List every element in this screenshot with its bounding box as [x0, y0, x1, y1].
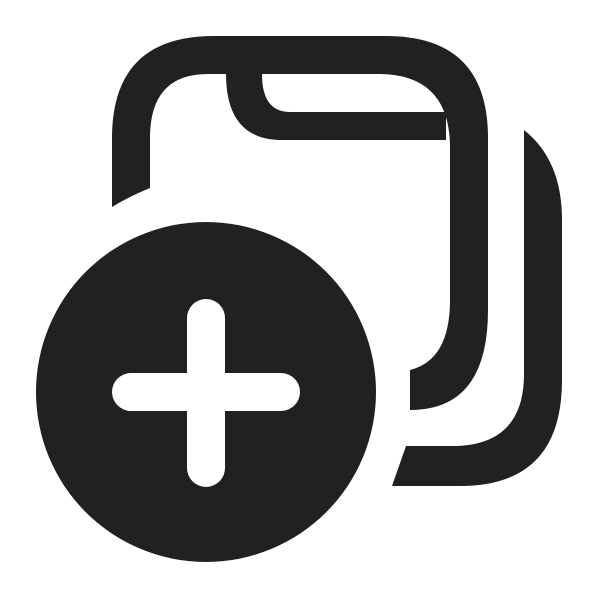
icon-canvas	[0, 0, 600, 600]
plus-horizontal	[112, 373, 300, 411]
folders-add-icon	[36, 36, 562, 562]
